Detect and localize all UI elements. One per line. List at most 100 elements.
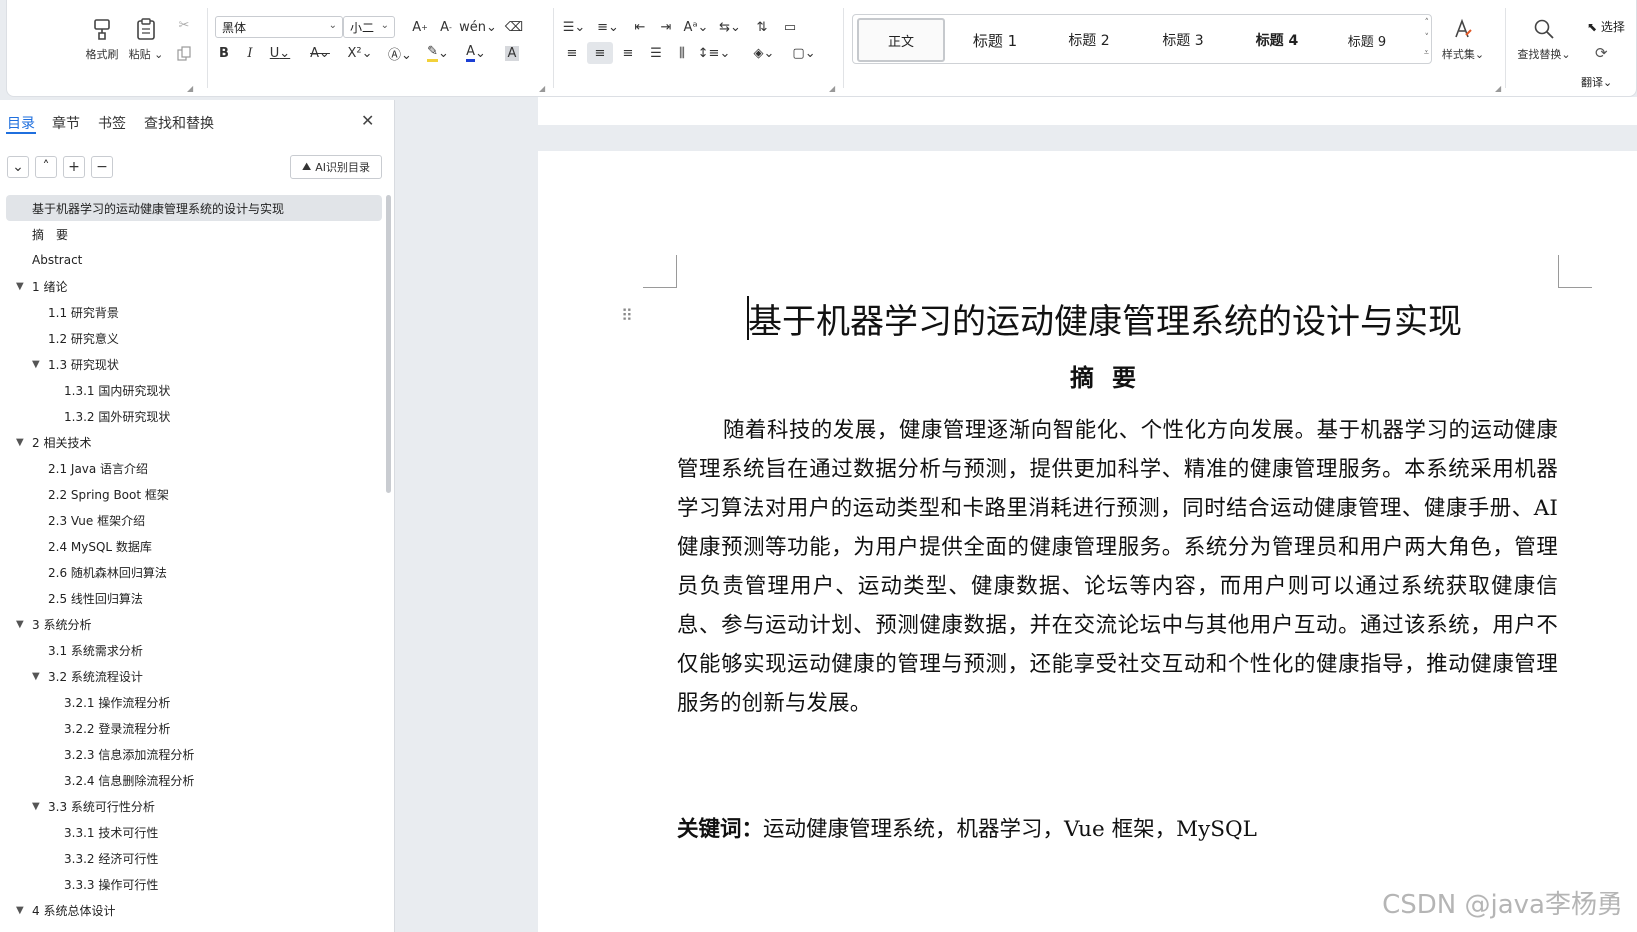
gallery-expand-icon[interactable]: ⩡ xyxy=(1424,48,1429,58)
styles-dialog-launcher[interactable]: ◢ xyxy=(1495,84,1501,93)
translate-icon[interactable]: ⟳ xyxy=(1595,44,1608,62)
toc-item[interactable]: 2.3 Vue 框架介绍 xyxy=(6,507,382,533)
phonetic-guide-icon[interactable]: wén⌄ xyxy=(459,16,497,38)
expand-toggle-icon[interactable]: ▼ xyxy=(16,619,24,630)
sort-icon[interactable]: ⇅ xyxy=(749,16,775,38)
toc-item[interactable]: 3.2.4 信息删除流程分析 xyxy=(6,767,382,793)
style-normal[interactable]: 正文 xyxy=(857,18,945,62)
decrease-indent-icon[interactable]: ⇤ xyxy=(627,16,653,38)
toc-item[interactable]: 2.2 Spring Boot 框架 xyxy=(6,481,382,507)
ai-toc-button[interactable]: ⛰ AI识别目录 xyxy=(290,155,382,179)
bullet-list-icon[interactable]: ☰⌄ xyxy=(559,16,589,38)
toc-item[interactable]: ▼ 1 绪论 xyxy=(6,273,382,299)
font-color-button[interactable]: A ⌄ xyxy=(459,42,493,64)
expand-toggle-icon[interactable]: ▼ xyxy=(16,905,24,916)
superscript-button[interactable]: X² ⌄ xyxy=(343,42,377,64)
grow-font-icon[interactable]: A + xyxy=(407,16,433,38)
toc-item[interactable]: 2.6 随机森林回归算法 xyxy=(6,559,382,585)
copy-icon[interactable] xyxy=(171,42,197,64)
add-heading-button[interactable]: + xyxy=(63,156,85,178)
tab-bookmarks[interactable]: 书签 xyxy=(98,113,126,133)
toc-item[interactable]: Abstract xyxy=(6,247,382,273)
justify-icon[interactable]: ☰ xyxy=(643,42,669,64)
toc-item[interactable]: 2.5 线性回归算法 xyxy=(6,585,382,611)
numbered-list-icon[interactable]: ≡⌄ xyxy=(593,16,623,38)
style-heading-9[interactable]: 标题 9 xyxy=(1327,18,1407,62)
abstract-heading[interactable]: 摘要 xyxy=(1070,358,1154,393)
toc-item[interactable]: 3.2.1 操作流程分析 xyxy=(6,689,382,715)
toc-item[interactable]: ▼ 4 系统总体设计 xyxy=(6,897,382,923)
font-name-select[interactable]: 黑体 ⌄ xyxy=(215,16,343,38)
paragraph-dialog-launcher[interactable]: ◢ xyxy=(829,84,835,93)
increase-indent-icon[interactable]: ⇥ xyxy=(653,16,679,38)
toc-item[interactable]: 2.4 MySQL 数据库 xyxy=(6,533,382,559)
collapse-up-button[interactable]: ˄ xyxy=(35,156,57,178)
toc-item[interactable]: 基于机器学习的运动健康管理系统的设计与实现 xyxy=(6,195,382,221)
find-replace-button[interactable]: 查找替换⌄ xyxy=(1513,14,1575,62)
line-spacing-icon[interactable]: ↕≡⌄ xyxy=(697,42,731,64)
select-button[interactable]: ⬉ 选择 xyxy=(1587,18,1625,35)
strikethrough-button[interactable]: A ⌄ xyxy=(303,42,337,64)
distributed-icon[interactable]: ⫼ xyxy=(669,42,695,64)
show-marks-icon[interactable]: ▭ xyxy=(777,16,803,38)
line-break-icon[interactable]: ⇆⌄ xyxy=(715,16,745,38)
tab-find-replace[interactable]: 查找和替换 xyxy=(144,113,214,133)
clear-format-icon[interactable]: ⌫ xyxy=(501,16,527,38)
expand-toggle-icon[interactable]: ▼ xyxy=(16,437,24,448)
style-heading-2[interactable]: 标题 2 xyxy=(1045,18,1133,62)
style-heading-3[interactable]: 标题 3 xyxy=(1139,18,1227,62)
expand-toggle-icon[interactable]: ▼ xyxy=(32,671,40,682)
clipboard-dialog-launcher[interactable]: ◢ xyxy=(187,84,193,93)
expand-down-button[interactable]: ⌄ xyxy=(7,156,29,178)
align-center-icon[interactable]: ≡ xyxy=(587,42,613,64)
style-heading-1[interactable]: 标题 1 xyxy=(951,18,1039,62)
tab-chapters[interactable]: 章节 xyxy=(52,113,80,133)
char-shading-button[interactable]: A xyxy=(499,42,525,64)
nav-scrollbar[interactable] xyxy=(386,195,391,493)
drag-handle-icon[interactable]: ⠿ xyxy=(621,306,633,325)
style-heading-4[interactable]: 标题 4 xyxy=(1233,18,1321,62)
remove-heading-button[interactable]: − xyxy=(91,156,113,178)
toc-item[interactable]: 1.3.1 国内研究现状 xyxy=(6,377,382,403)
abstract-body[interactable]: 随着科技的发展，健康管理逐渐向智能化、个性化方向发展。基于机器学习的运动健康管理… xyxy=(677,411,1558,723)
bold-button[interactable]: B xyxy=(211,42,237,64)
cut-icon[interactable]: ✂ xyxy=(171,14,197,36)
toc-item[interactable]: ▼ 3 系统分析 xyxy=(6,611,382,637)
document-title[interactable]: 基于机器学习的运动健康管理系统的设计与实现 xyxy=(748,294,1462,343)
chevron-down-icon[interactable]: ˅ xyxy=(1425,33,1430,43)
font-dialog-launcher[interactable]: ◢ xyxy=(539,84,545,93)
toc-item[interactable]: 3.2.2 登录流程分析 xyxy=(6,715,382,741)
expand-toggle-icon[interactable]: ▼ xyxy=(32,359,40,370)
toc-item[interactable]: 3.3.2 经济可行性 xyxy=(6,845,382,871)
translate-button[interactable]: 翻译⌄ xyxy=(1581,74,1612,90)
toc-item[interactable]: 3.2.3 信息添加流程分析 xyxy=(6,741,382,767)
toc-item[interactable]: 1.2 研究意义 xyxy=(6,325,382,351)
font-size-select[interactable]: 小二 ⌄ xyxy=(343,16,395,38)
toc-item[interactable]: ▼ 1.3 研究现状 xyxy=(6,351,382,377)
toc-item[interactable]: 3.3.1 技术可行性 xyxy=(6,819,382,845)
keywords-line[interactable]: 关键词：运动健康管理系统，机器学习，Vue 框架，MySQL xyxy=(677,812,1257,843)
italic-button[interactable]: I xyxy=(237,42,263,64)
toc-item[interactable]: 1.3.2 国外研究现状 xyxy=(6,403,382,429)
toc-item[interactable]: 2.1 Java 语言介绍 xyxy=(6,455,382,481)
align-left-icon[interactable]: ≡ xyxy=(559,42,585,64)
toc-item[interactable]: 1.1 研究背景 xyxy=(6,299,382,325)
close-icon[interactable]: ✕ xyxy=(361,111,374,130)
toc-item[interactable]: ▼ 2 相关技术 xyxy=(6,429,382,455)
text-effect-button[interactable]: Ⓐ⌄ xyxy=(383,42,417,64)
expand-toggle-icon[interactable]: ▼ xyxy=(16,281,24,292)
align-right-icon[interactable]: ≡ xyxy=(615,42,641,64)
underline-button[interactable]: U ⌄ xyxy=(263,42,297,64)
shading-icon[interactable]: ◈⌄ xyxy=(747,42,781,64)
text-direction-icon[interactable]: Aᵃ⌄ xyxy=(681,16,711,38)
shrink-font-icon[interactable]: A- xyxy=(433,16,459,38)
style-set-button[interactable]: 样式集⌄ xyxy=(1437,14,1489,62)
expand-toggle-icon[interactable]: ▼ xyxy=(32,801,40,812)
chevron-up-icon[interactable]: ˄ xyxy=(1425,18,1430,28)
border-icon[interactable]: ▢⌄ xyxy=(787,42,821,64)
toc-item[interactable]: 3.3.3 操作可行性 xyxy=(6,871,382,897)
toc-item[interactable]: ▼ 3.3 系统可行性分析 xyxy=(6,793,382,819)
paste-button[interactable]: 粘贴 ⌄ xyxy=(123,14,169,62)
toc-item[interactable]: 3.1 系统需求分析 xyxy=(6,637,382,663)
toc-item[interactable]: ▼ 3.2 系统流程设计 xyxy=(6,663,382,689)
